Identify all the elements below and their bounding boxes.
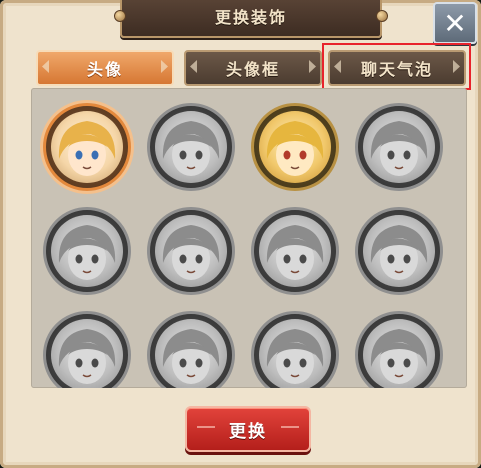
character-portrait-icon — [155, 319, 227, 388]
avatar-option[interactable] — [355, 311, 443, 388]
character-portrait-icon — [155, 111, 227, 183]
avatar-option[interactable] — [251, 207, 339, 295]
change-button-label: 更换 — [229, 421, 267, 442]
button-deco-icon — [197, 426, 215, 428]
avatar-option[interactable] — [355, 103, 443, 191]
character-portrait-icon — [259, 319, 331, 388]
character-portrait-icon — [51, 215, 123, 287]
character-portrait-icon — [363, 111, 435, 183]
character-portrait-icon — [51, 111, 123, 183]
avatar-option[interactable] — [147, 311, 235, 388]
character-portrait-icon — [363, 319, 435, 388]
tab-arrow-left-icon — [42, 60, 49, 73]
rivet-icon — [376, 10, 388, 22]
character-portrait-icon — [363, 215, 435, 287]
rivet-icon — [114, 10, 126, 22]
decoration-dialog: 更换装饰 ✕ 头像 头像框 聊天气泡 更换 — [0, 0, 481, 468]
character-portrait-icon — [155, 215, 227, 287]
change-button[interactable]: 更换 — [185, 406, 311, 452]
button-deco-icon — [281, 426, 299, 428]
tab-arrow-left-icon — [190, 60, 197, 73]
avatar-option[interactable] — [43, 311, 131, 388]
avatar-option[interactable] — [43, 103, 131, 191]
avatar-option[interactable] — [355, 207, 443, 295]
avatar-option[interactable] — [147, 103, 235, 191]
avatar-grid — [31, 88, 467, 388]
tab-avatar[interactable]: 头像 — [36, 50, 174, 86]
dialog-title: 更换装饰 — [214, 8, 287, 27]
close-x-icon: ✕ — [443, 6, 467, 40]
tab-highlight-outline — [322, 43, 471, 90]
avatar-option[interactable] — [147, 207, 235, 295]
close-button[interactable]: ✕ — [433, 2, 477, 44]
tab-arrow-right-icon — [309, 60, 316, 73]
tab-avatar-frame[interactable]: 头像框 — [184, 50, 322, 86]
tab-arrow-right-icon — [161, 60, 168, 73]
character-portrait-icon — [51, 319, 123, 388]
avatar-option[interactable] — [251, 311, 339, 388]
tab-label: 头像框 — [225, 60, 280, 79]
tab-label: 头像 — [86, 60, 123, 79]
character-portrait-icon — [259, 215, 331, 287]
avatar-option[interactable] — [43, 207, 131, 295]
title-banner: 更换装饰 — [114, 0, 388, 38]
character-portrait-icon — [259, 111, 331, 183]
avatar-option[interactable] — [251, 103, 339, 191]
